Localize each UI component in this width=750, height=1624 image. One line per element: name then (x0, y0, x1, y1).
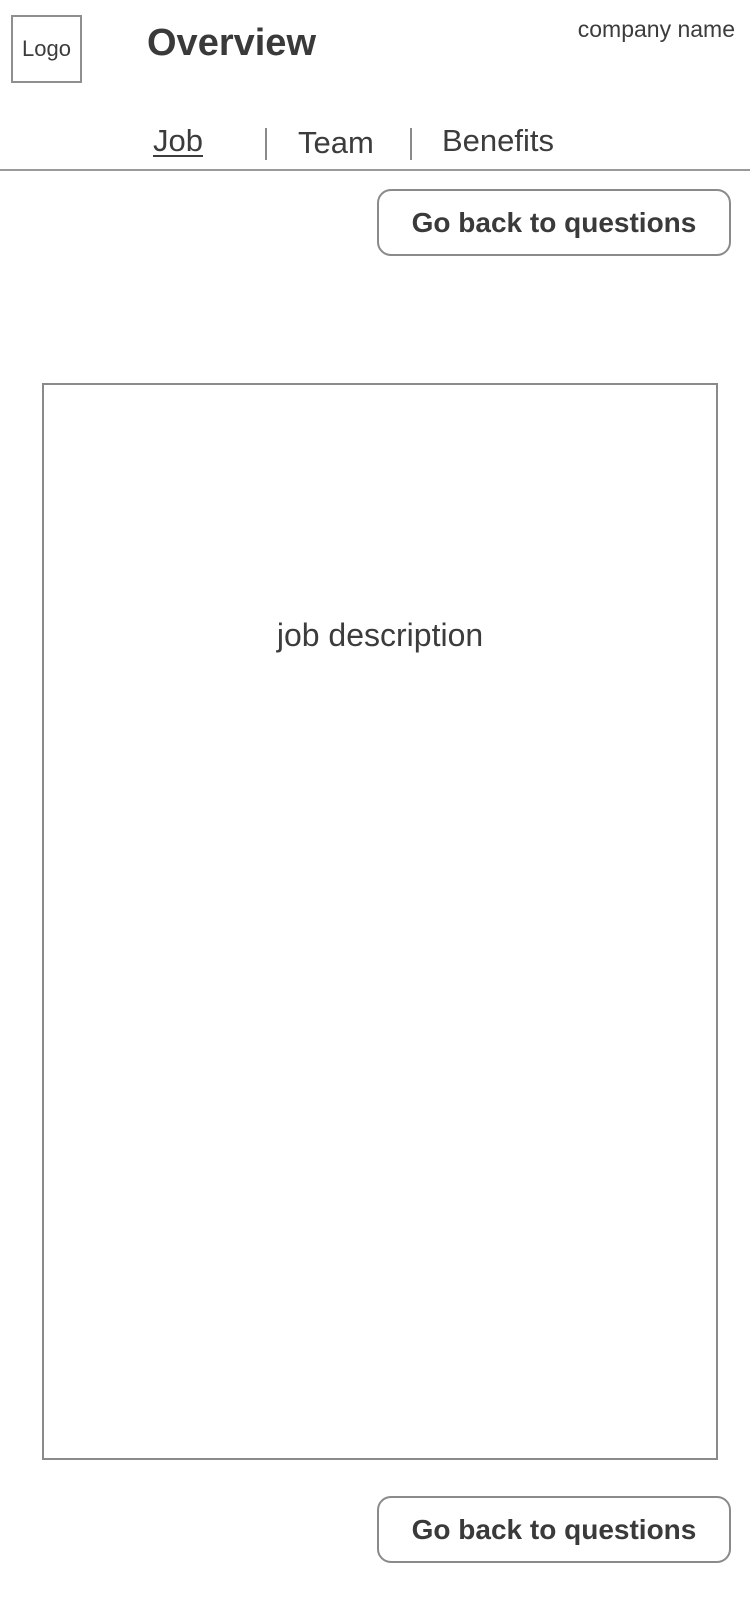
tab-benefits[interactable]: Benefits (442, 120, 554, 162)
go-back-to-questions-button-top[interactable]: Go back to questions (377, 189, 731, 256)
company-name: company name (577, 16, 735, 42)
tab-divider (410, 128, 412, 160)
header-divider (0, 169, 750, 171)
job-description-text: job description (276, 617, 484, 653)
tab-divider (265, 128, 267, 160)
job-description-panel: job description (42, 383, 718, 1460)
tab-team[interactable]: Team (298, 122, 374, 164)
page-title: Overview (147, 22, 316, 64)
logo: Logo (11, 15, 82, 83)
tab-job[interactable]: Job (153, 120, 203, 162)
go-back-to-questions-button-bottom[interactable]: Go back to questions (377, 1496, 731, 1563)
logo-label: Logo (22, 36, 71, 61)
